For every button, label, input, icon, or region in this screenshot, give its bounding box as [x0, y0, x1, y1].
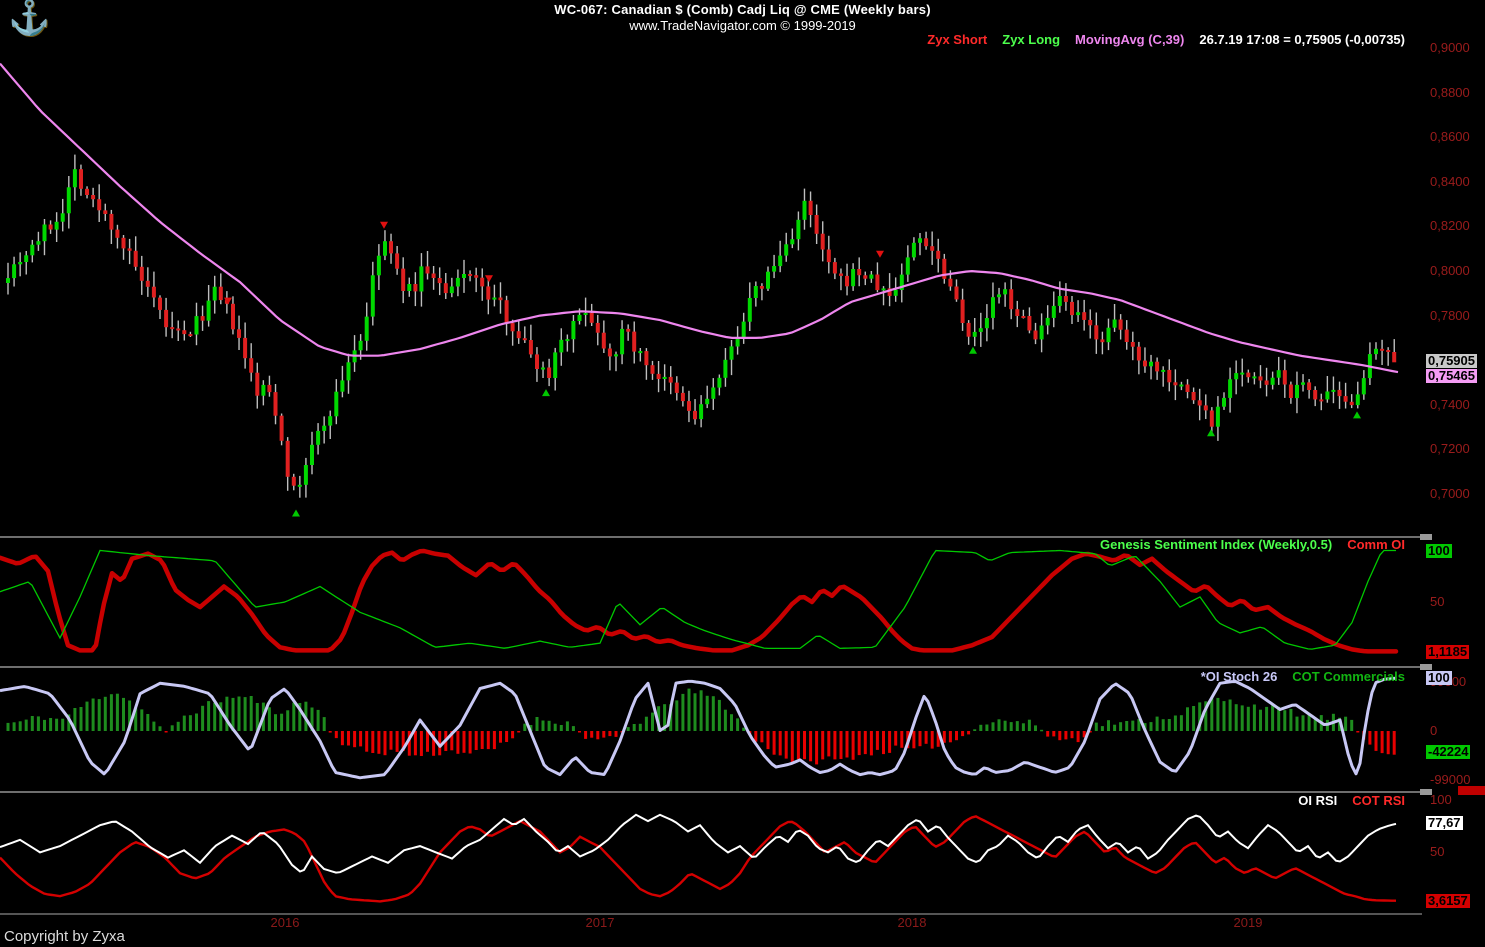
price-axis-tick: 0,8200 [1430, 218, 1470, 233]
price-axis-tick: 0,8400 [1430, 174, 1470, 189]
sentiment-axis-tick: 50 [1430, 594, 1444, 609]
stoch-axis-tick: -99000 [1430, 772, 1470, 787]
last-quote-readout: 26.7.19 17:08 = 0,75905 (-0,00735) [1199, 32, 1405, 47]
price-axis-tick: 0,8600 [1430, 129, 1470, 144]
price-axis-tick: 0,8000 [1430, 263, 1470, 278]
rsi-value-tag: 3,6157 [1426, 894, 1470, 908]
legend-oi-rsi[interactable]: OI RSI [1298, 793, 1337, 808]
rsi-value-tag: 77,67 [1426, 816, 1463, 830]
price-axis-tick: 0,7200 [1430, 441, 1470, 456]
legend-moving-avg[interactable]: MovingAvg (C,39) [1075, 32, 1184, 47]
rsi-axis-tick: 100 [1430, 792, 1452, 807]
stoch-axis-tick: 0 [1430, 723, 1437, 738]
copyright-text: Copyright by Zyxa [4, 928, 125, 945]
legend-zyx-short[interactable]: Zyx Short [927, 32, 987, 47]
legend-comm-oi[interactable]: Comm OI [1347, 537, 1405, 552]
stoch-value-tag: 100 [1426, 671, 1452, 685]
legend-cot-commercials[interactable]: COT Commercials [1292, 669, 1405, 684]
price-axis-tick: 0,8800 [1430, 85, 1470, 100]
title-bar: WC-067: Canadian $ (Comb) Cadj Liq @ CME… [0, 2, 1485, 33]
price-axis-tick: 0,7400 [1430, 397, 1470, 412]
sentiment-value-tag: 1,1185 [1426, 645, 1469, 659]
price-axis-tick: 0,7000 [1430, 486, 1470, 501]
axis-labels-layer: 0,9000 0,8800 0,8600 0,8400 0,8200 0,8000 0,78… [0, 0, 1485, 947]
price-axis-tick: 0,9000 [1430, 40, 1470, 55]
sentiment-panel-legend: Genesis Sentiment Index (Weekly,0.5) Com… [1100, 537, 1405, 552]
rsi-panel-legend: OI RSI COT RSI [1298, 793, 1405, 808]
stoch-value-tag: -42224 [1426, 745, 1470, 759]
stoch-panel-legend: *OI Stoch 26 COT Commercials [1201, 669, 1405, 684]
trade-navigator-window: ⚓ WC-067: Canadian $ (Comb) Cadj Liq @ C… [0, 0, 1485, 947]
watermark-url: www.TradeNavigator.com © 1999-2019 [0, 18, 1485, 33]
legend-oi-stoch[interactable]: *OI Stoch 26 [1201, 669, 1278, 684]
time-axis-year: 2018 [890, 915, 934, 930]
legend-cot-rsi[interactable]: COT RSI [1352, 793, 1405, 808]
rsi-axis-tick: 50 [1430, 844, 1444, 859]
price-value-tag: 0,75905 [1426, 354, 1477, 368]
time-axis-year: 2017 [578, 915, 622, 930]
time-axis-year: 2019 [1226, 915, 1270, 930]
price-axis-tick: 0,7800 [1430, 308, 1470, 323]
main-panel-legend: Zyx Short Zyx Long MovingAvg (C,39) 26.7… [927, 32, 1405, 47]
legend-zyx-long[interactable]: Zyx Long [1002, 32, 1060, 47]
chart-title: WC-067: Canadian $ (Comb) Cadj Liq @ CME… [0, 2, 1485, 17]
sentiment-value-tag: 100 [1426, 544, 1452, 558]
price-value-tag: 0,75465 [1426, 369, 1477, 383]
time-axis-year: 2016 [263, 915, 307, 930]
legend-sentiment-index[interactable]: Genesis Sentiment Index (Weekly,0.5) [1100, 537, 1332, 552]
